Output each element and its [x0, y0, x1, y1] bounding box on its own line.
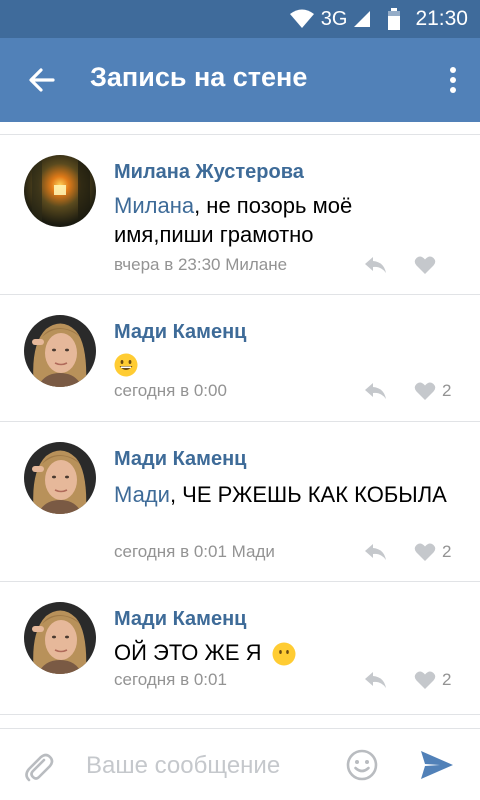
comment-item: Милана Жустерова Милана, не позорь моё и…: [0, 135, 480, 294]
reply-icon: [365, 672, 386, 688]
heart-icon: [414, 256, 436, 274]
battery-icon: [388, 8, 401, 30]
comment-meta: сегодня в 0:01 Мади: [114, 542, 275, 561]
reply-button[interactable]: [360, 253, 390, 277]
like-button[interactable]: 2: [414, 379, 451, 403]
comment-item: Мади Каменц сегодня в 0:00 2: [0, 295, 480, 421]
emoji-button[interactable]: [346, 749, 378, 781]
reply-icon: [365, 257, 386, 273]
comment-meta: сегодня в 0:00: [114, 381, 227, 400]
page-title: Запись на стене: [90, 62, 308, 92]
send-icon: [421, 751, 453, 779]
comments-list[interactable]: Милана Жустерова Милана, не позорь моё и…: [0, 122, 480, 728]
reply-button[interactable]: [360, 540, 390, 564]
avatar-photo-madi: [24, 442, 96, 514]
status-indicators: 3G 21:30: [289, 0, 468, 38]
comment-text: Мади, ЧЕ РЖЕШЬ КАК КОБЫЛА: [114, 480, 454, 509]
signal-icon: [354, 11, 371, 27]
heart-icon: [414, 543, 436, 561]
reply-button[interactable]: [360, 379, 390, 403]
comment-meta: вчера в 23:30 Милане: [114, 255, 288, 274]
heart-icon: [414, 671, 436, 689]
like-count: 2: [442, 381, 452, 400]
divider: [0, 714, 480, 715]
like-button[interactable]: 2: [414, 668, 451, 692]
mention-link[interactable]: Мади: [114, 482, 170, 507]
attach-button[interactable]: [24, 751, 54, 783]
comment-text: Милана, не позорь моё имя,пиши грамотно: [114, 191, 454, 249]
reply-icon: [365, 383, 386, 399]
like-button[interactable]: 2: [414, 540, 451, 564]
smiley-icon: [346, 749, 378, 781]
comment-author[interactable]: Милана Жустерова: [114, 161, 304, 184]
message-composer: [0, 728, 480, 800]
like-count: 2: [442, 542, 452, 561]
paperclip-icon: [25, 753, 54, 782]
avatar-photo-milana: [24, 155, 96, 227]
more-vertical-icon: [450, 67, 456, 93]
more-options-button[interactable]: [446, 60, 460, 100]
message-input[interactable]: [86, 747, 336, 785]
avatar[interactable]: [24, 442, 96, 514]
avatar[interactable]: [24, 155, 96, 227]
grinning-face-emoji: [114, 353, 138, 377]
network-type: 3G: [320, 7, 348, 30]
avatar[interactable]: [24, 315, 96, 387]
comment-item: Мади Каменц ОЙ ЭТО ЖЕ Я сегодня в 0:01 2: [0, 582, 480, 714]
comment-author[interactable]: Мади Каменц: [114, 448, 246, 471]
send-button[interactable]: [420, 750, 454, 780]
comment-meta: сегодня в 0:01: [114, 670, 227, 689]
mention-link[interactable]: Милана: [114, 193, 194, 218]
back-arrow-icon: [29, 68, 55, 92]
like-button[interactable]: [414, 253, 442, 277]
app-bar: Запись на стене: [0, 38, 480, 122]
avatar-photo-madi: [24, 602, 96, 674]
comment-author[interactable]: Мади Каменц: [114, 608, 246, 631]
face-without-mouth-emoji: [272, 642, 296, 666]
comment-author[interactable]: Мади Каменц: [114, 321, 246, 344]
wifi-icon: [289, 9, 314, 28]
comment-text: [114, 349, 454, 378]
back-button[interactable]: [20, 58, 64, 102]
comment-item: Мади Каменц Мади, ЧЕ РЖЕШЬ КАК КОБЫЛА се…: [0, 422, 480, 581]
comment-body: , ЧЕ РЖЕШЬ КАК КОБЫЛА: [169, 482, 447, 507]
avatar-photo-madi: [24, 315, 96, 387]
reply-icon: [365, 544, 386, 560]
status-bar: 3G 21:30: [0, 0, 480, 38]
heart-icon: [414, 382, 436, 400]
avatar[interactable]: [24, 602, 96, 674]
like-count: 2: [442, 670, 452, 689]
comment-text: ОЙ ЭТО ЖЕ Я: [114, 638, 454, 667]
clock: 21:30: [415, 7, 468, 30]
reply-button[interactable]: [360, 668, 390, 692]
comment-body: ОЙ ЭТО ЖЕ Я: [114, 640, 262, 665]
